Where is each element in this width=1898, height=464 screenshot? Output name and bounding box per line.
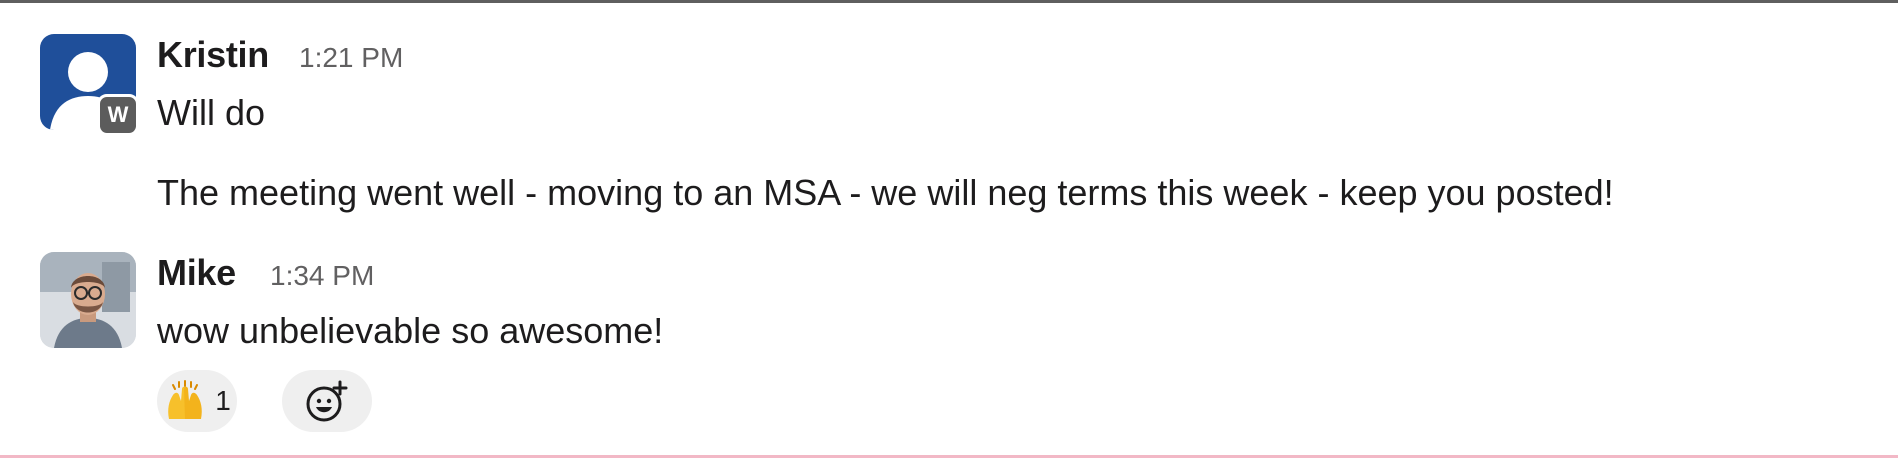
bottom-divider: [0, 455, 1898, 458]
reaction-raising-hands[interactable]: 1: [157, 370, 237, 432]
timestamp[interactable]: 1:34 PM: [270, 260, 374, 292]
user-photo: [40, 252, 136, 348]
add-reaction-icon: [306, 380, 348, 422]
message-text: wow unbelievable so awesome!: [157, 310, 664, 351]
avatar-mike[interactable]: [40, 252, 136, 348]
message-mike: Mike 1:34 PM wow unbelievable so awesome…: [0, 0, 1898, 460]
raising-hands-emoji-icon: [168, 380, 202, 419]
sender-name[interactable]: Mike: [157, 252, 236, 294]
reaction-count: 1: [215, 385, 231, 416]
add-reaction-button[interactable]: [282, 370, 372, 432]
